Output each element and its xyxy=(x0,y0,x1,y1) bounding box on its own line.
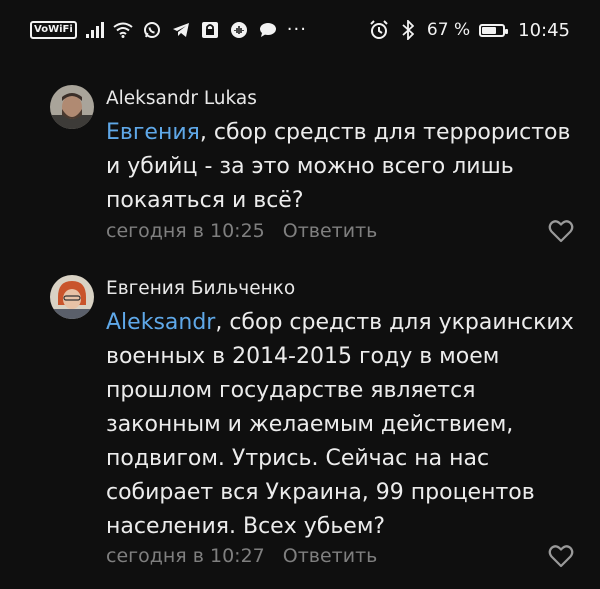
mention-link[interactable]: Aleksandr xyxy=(106,310,215,335)
battery-level-fill xyxy=(482,26,496,34)
whatsapp-icon xyxy=(142,20,162,40)
comment-text-line: , сбор средств для украинских xyxy=(215,310,574,335)
comment-text-line: населения. Всех убьем? xyxy=(106,514,386,539)
avatar[interactable] xyxy=(50,85,94,129)
comment-text-line: законным и желаемым действием, xyxy=(106,412,514,437)
more-notifications-icon: ··· xyxy=(286,19,307,40)
battery-icon xyxy=(479,23,509,37)
lock-app-icon xyxy=(200,20,220,40)
audio-app-icon xyxy=(229,20,249,40)
chat-bubble-icon xyxy=(258,20,278,40)
avatar[interactable] xyxy=(50,275,94,319)
comment-text-line: собирает вся Украина, 99 процентов xyxy=(106,480,535,505)
status-bar-right: 67 % 10:45 xyxy=(369,20,570,41)
comment-text-line: и убийц - за это можно всего лишь xyxy=(106,154,514,179)
like-heart-icon[interactable] xyxy=(548,219,574,243)
status-bar-left: VoWiFi ··· xyxy=(30,20,307,40)
comment-text-line: военных в 2014-2015 году в моем xyxy=(106,344,500,369)
comment-meta: сегодня в 10:27 Ответить xyxy=(106,545,377,567)
vowifi-badge: VoWiFi xyxy=(30,21,77,39)
status-bar: VoWiFi ··· 67 % 10:45 xyxy=(0,0,600,60)
mention-link[interactable]: Евгения xyxy=(106,120,200,145)
comment-time: сегодня в 10:27 xyxy=(106,545,265,567)
comment-text: Aleksandr, сбор средств для украинских в… xyxy=(106,306,576,544)
telegram-icon xyxy=(171,20,191,40)
comment-text-line: прошлом государстве является xyxy=(106,378,476,403)
comment-author[interactable]: Евгения Бильченко xyxy=(106,278,295,299)
comment-time: сегодня в 10:25 xyxy=(106,220,265,242)
comment-text-line: покаяться и всё? xyxy=(106,188,304,213)
reply-button[interactable]: Ответить xyxy=(283,220,378,242)
status-time: 10:45 xyxy=(518,19,570,41)
comment-text-line: подвигом. Утрись. Сейчас на нас xyxy=(106,446,490,471)
comment-author[interactable]: Aleksandr Lukas xyxy=(106,88,257,109)
comment-text: Евгения, сбор средств для террористов и … xyxy=(106,116,576,218)
comment-meta: сегодня в 10:25 Ответить xyxy=(106,220,377,242)
comment-text-line: , сбор средств для террористов xyxy=(199,120,571,145)
reply-button[interactable]: Ответить xyxy=(283,545,378,567)
like-heart-icon[interactable] xyxy=(548,544,574,568)
alarm-icon xyxy=(369,20,389,40)
signal-icon xyxy=(85,22,104,38)
bluetooth-icon xyxy=(398,20,418,40)
wifi-icon xyxy=(113,20,133,40)
battery-percent: 67 % xyxy=(426,20,471,40)
